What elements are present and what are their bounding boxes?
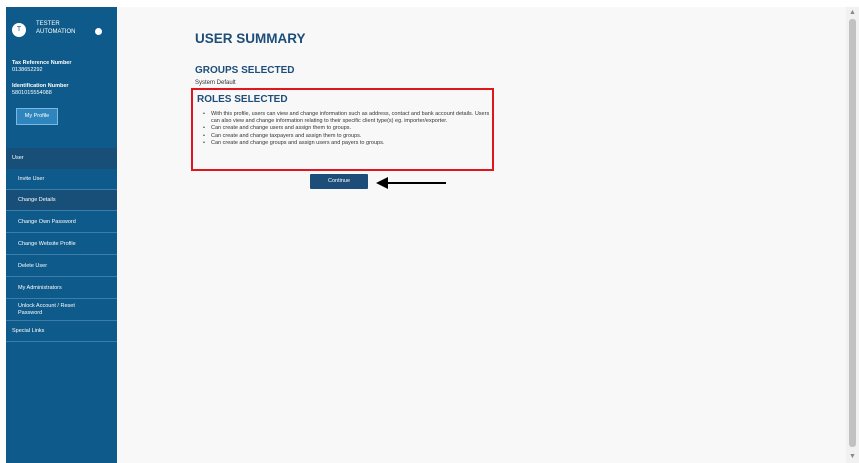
sidebar: T TESTER AUTOMATION Tax Reference Number… bbox=[6, 7, 117, 463]
sidebar-item-change-own-password[interactable]: Change Own Password bbox=[6, 212, 117, 233]
sidebar-item-change-details[interactable]: Change Details bbox=[6, 190, 117, 211]
chevron-down-icon[interactable]: ▼ bbox=[846, 451, 859, 463]
roles-list: With this profile, users can view and ch… bbox=[203, 111, 493, 147]
user-name: TESTER AUTOMATION bbox=[36, 21, 76, 35]
sidebar-item-label: Unlock Account / Reset Password bbox=[18, 303, 75, 316]
scrollbar-thumb[interactable] bbox=[849, 19, 856, 447]
sidebar-item-delete-user[interactable]: Delete User bbox=[6, 256, 117, 277]
list-item: With this profile, users can view and ch… bbox=[203, 111, 493, 125]
id-number-label: Identification Number bbox=[12, 83, 69, 89]
sidebar-item-special-links[interactable]: Special Links bbox=[6, 321, 117, 342]
page-title: USER SUMMARY bbox=[195, 31, 306, 46]
tax-ref-label: Tax Reference Number bbox=[12, 60, 72, 66]
sidebar-item-my-administrators[interactable]: My Administrators bbox=[6, 278, 117, 299]
groups-value: System Default bbox=[195, 80, 236, 86]
tax-ref-value: 0138652292 bbox=[12, 67, 43, 73]
my-profile-button[interactable]: My Profile bbox=[16, 108, 58, 125]
info-icon[interactable] bbox=[95, 28, 102, 35]
sidebar-section-user[interactable]: User bbox=[6, 148, 117, 169]
main-content: USER SUMMARY GROUPS SELECTED System Defa… bbox=[117, 7, 846, 463]
id-number-value: 5801015554088 bbox=[12, 90, 52, 96]
sidebar-item-change-website-profile[interactable]: Change Website Profile bbox=[6, 234, 117, 255]
list-item: Can create and change taxpayers and assi… bbox=[203, 133, 493, 140]
chevron-up-icon[interactable]: ▲ bbox=[846, 7, 859, 19]
groups-heading: GROUPS SELECTED bbox=[195, 65, 295, 76]
sidebar-item-unlock-account[interactable]: Unlock Account / Reset Password bbox=[6, 299, 117, 321]
continue-button[interactable]: Continue bbox=[310, 174, 368, 189]
list-item: Can create and change users and assign t… bbox=[203, 125, 493, 132]
sidebar-item-invite-user[interactable]: Invite User bbox=[6, 169, 117, 190]
roles-heading: ROLES SELECTED bbox=[197, 94, 288, 105]
roles-box: ROLES SELECTED With this profile, users … bbox=[191, 88, 494, 171]
scrollbar[interactable]: ▲ ▼ bbox=[846, 7, 859, 463]
user-header: T TESTER AUTOMATION bbox=[12, 17, 112, 47]
arrow-left-icon bbox=[376, 177, 446, 189]
list-item: Can create and change groups and assign … bbox=[203, 140, 493, 147]
avatar: T bbox=[12, 23, 26, 37]
